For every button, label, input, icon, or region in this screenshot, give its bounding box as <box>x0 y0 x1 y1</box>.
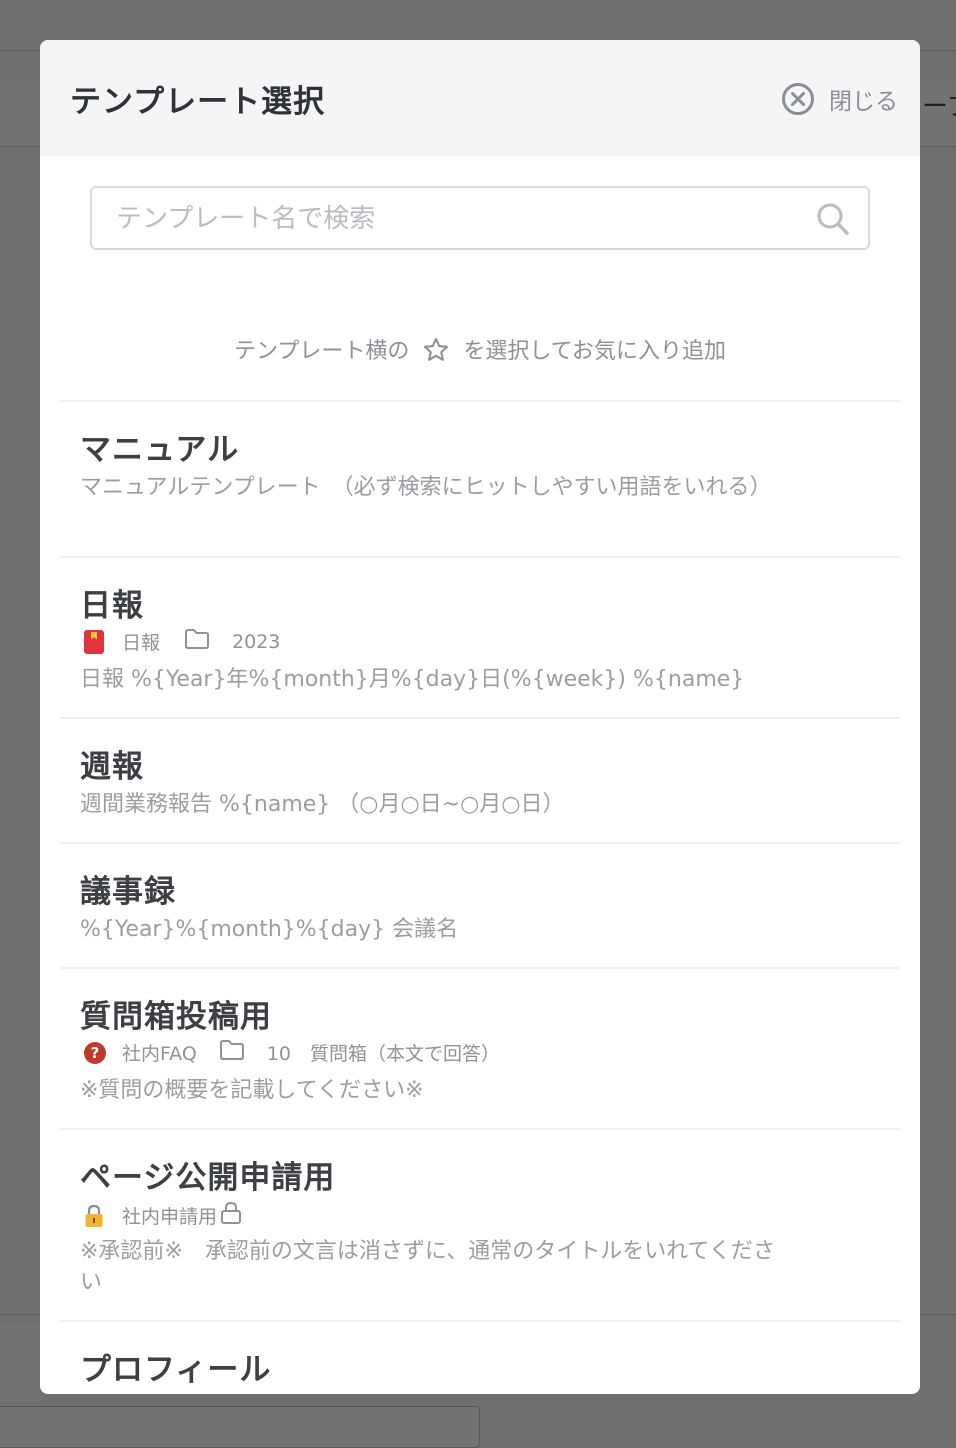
template-description: 週間業務報告 %{name} （○月○日~○月○日） <box>80 792 565 817</box>
template-list: マニュアル マニュアルテンプレート （必ず検索にヒットしやすい用語をいれる） 日… <box>60 400 900 1394</box>
template-title: 週報 <box>80 749 144 785</box>
close-icon <box>781 82 815 116</box>
hint-text-after: を選択してお気に入り追加 <box>463 339 727 364</box>
close-button[interactable]: 閉じる <box>781 82 898 116</box>
lock-icon <box>219 1200 243 1231</box>
close-label: 閉じる <box>829 89 898 115</box>
template-meta: ? 社内FAQ 10 質問箱（本文で回答） <box>84 1039 500 1066</box>
hint-text-before: テンプレート横の <box>233 339 410 364</box>
search-input[interactable] <box>114 188 798 250</box>
background-panel <box>0 1322 40 1402</box>
modal-title: テンプレート選択 <box>70 84 326 120</box>
template-description: %{Year}%{month}%{day} 会議名 <box>80 917 459 942</box>
template-item-weekly-report[interactable]: 週報 週間業務報告 %{name} （○月○日~○月○日） <box>60 717 900 842</box>
template-title: 質問箱投稿用 <box>80 999 272 1035</box>
question-icon: ? <box>84 1041 106 1064</box>
template-description: ※承認前※ 承認前の文言は消さずに、通常のタイトルをいれてください <box>80 1239 775 1295</box>
template-item-page-publish-request[interactable]: ページ公開申請用 社内申請用 ※承認前※ 承認前の文言は消さずに、通常のタイトル… <box>60 1128 900 1320</box>
favorite-hint: テンプレート横の を選択してお気に入り追加 <box>40 333 920 370</box>
template-item-manual[interactable]: マニュアル マニュアルテンプレート （必ず検索にヒットしやすい用語をいれる） <box>60 400 900 556</box>
template-item-question-box[interactable]: 質問箱投稿用 ? 社内FAQ 10 質問箱（本文で回答） ※質問の概要を記載して… <box>60 967 900 1128</box>
lock-badge-icon <box>84 1204 104 1228</box>
modal-header: テンプレート選択 閉じる <box>40 40 920 156</box>
category-label: 日報 <box>122 632 161 654</box>
folder-label: 2023 <box>232 630 281 653</box>
folder-icon <box>219 1039 245 1066</box>
template-description: 日報 %{Year}年%{month}月%{day}日(%{week}) %{n… <box>80 667 745 692</box>
search-icon[interactable] <box>816 202 850 240</box>
star-icon <box>422 336 450 370</box>
template-item-profile[interactable]: プロフィール <box>60 1320 900 1394</box>
template-title: 日報 <box>80 588 144 624</box>
category-label: 社内FAQ <box>122 1043 197 1065</box>
template-description: ※質問の概要を記載してください※ <box>80 1078 424 1103</box>
template-title: 議事録 <box>80 874 176 910</box>
background-text: ーブ <box>922 92 956 122</box>
template-description: マニュアルテンプレート （必ず検索にヒットしやすい用語をいれる） <box>80 475 772 500</box>
template-meta: 日報 2023 <box>84 628 280 655</box>
background-input-box <box>0 1406 480 1448</box>
notebook-icon <box>84 629 104 654</box>
search-box[interactable] <box>90 186 870 250</box>
template-select-modal: テンプレート選択 閉じる テンプレート横の を選択してお <box>40 40 920 1394</box>
folder-icon <box>184 628 210 655</box>
category-label: 社内申請用 <box>122 1206 218 1228</box>
template-title: ページ公開申請用 <box>80 1160 336 1196</box>
folder-label: 10 質問箱（本文で回答） <box>266 1043 500 1065</box>
template-title: マニュアル <box>80 432 240 468</box>
template-item-minutes[interactable]: 議事録 %{Year}%{month}%{day} 会議名 <box>60 842 900 967</box>
template-item-daily-report[interactable]: 日報 日報 2023 日報 %{Year}年%{month}月%{day}日(%… <box>60 556 900 717</box>
template-meta: 社内申請用 <box>84 1200 243 1231</box>
template-title: プロフィール <box>80 1352 272 1388</box>
